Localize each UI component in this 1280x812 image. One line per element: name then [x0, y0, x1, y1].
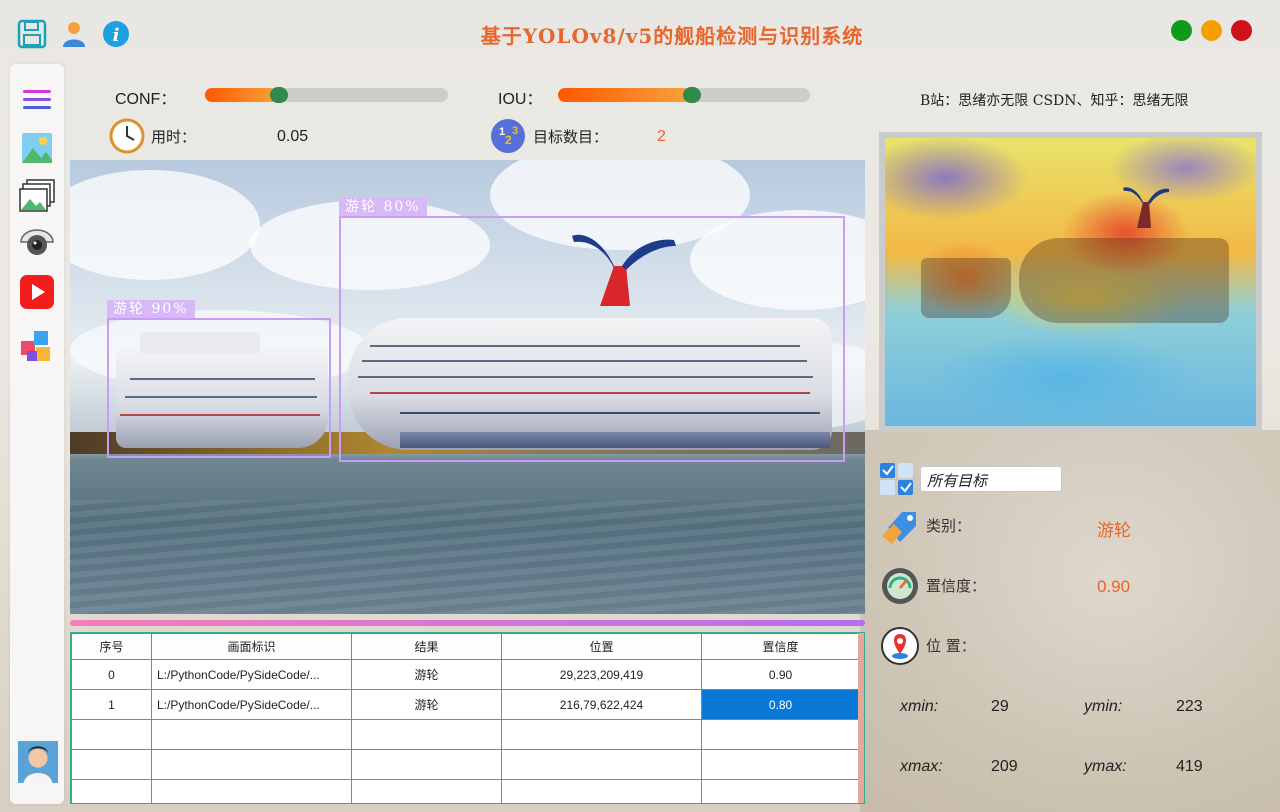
table-cell[interactable]: 游轮: [351, 659, 502, 690]
image-icon[interactable]: [17, 128, 57, 168]
iou-slider-handle[interactable]: [683, 87, 701, 103]
table-cell[interactable]: 0: [71, 659, 152, 690]
maximize-button[interactable]: [1201, 20, 1222, 41]
iou-slider-fill: [558, 88, 690, 102]
menu-icon[interactable]: [17, 80, 57, 120]
table-row[interactable]: 1 L:/PythonCode/PySideCode/... 游轮 216,79…: [71, 689, 860, 720]
video-icon[interactable]: [17, 272, 57, 312]
position-label: 位 置：: [926, 637, 976, 655]
xmax-label: xmax:: [900, 758, 943, 775]
column-header[interactable]: 序号: [71, 633, 152, 660]
location-pin-icon: [880, 626, 920, 670]
detection-progress-bar: [70, 620, 865, 626]
table-cell[interactable]: L:/PythonCode/PySideCode/...: [151, 659, 352, 690]
column-header[interactable]: 置信度: [701, 633, 860, 660]
table-row-empty[interactable]: [71, 779, 860, 803]
table-scrollbar[interactable]: [858, 633, 864, 803]
table-row[interactable]: 0 L:/PythonCode/PySideCode/... 游轮 29,223…: [71, 659, 860, 690]
class-label: 类别：: [926, 517, 972, 535]
close-button[interactable]: [1231, 20, 1252, 41]
minimize-button[interactable]: [1171, 20, 1192, 41]
model-icon[interactable]: [17, 326, 57, 366]
xmax-value: 209: [991, 758, 1018, 775]
heatmap-image[interactable]: [885, 138, 1256, 426]
ymax-label: ymax:: [1084, 758, 1127, 775]
table-cell[interactable]: 216,79,622,424: [501, 689, 702, 720]
gauge-icon: [880, 566, 920, 610]
heatmap-frame: [879, 132, 1262, 432]
bbox-1[interactable]: 游轮 90%: [107, 300, 331, 458]
count-value: 2: [657, 128, 666, 145]
table-cell[interactable]: 1: [71, 689, 152, 720]
xmin-label: xmin:: [900, 698, 939, 715]
count-label: 目标数目：: [533, 128, 609, 146]
ymin-value: 223: [1176, 698, 1203, 715]
camera-icon[interactable]: [17, 224, 57, 264]
table-header-row: 序号 画面标识 结果 位置 置信度: [71, 633, 860, 660]
count-icon: 123: [490, 118, 526, 158]
credits-text: B站：思绪亦无限 CSDN、知乎：思绪无限: [920, 93, 1189, 109]
ymin-label: ymin:: [1084, 698, 1123, 715]
column-header[interactable]: 画面标识: [151, 633, 352, 660]
table-cell-selected[interactable]: 0.80: [701, 689, 860, 720]
ymax-value: 419: [1176, 758, 1203, 775]
avatar[interactable]: [18, 741, 58, 783]
time-label: 用时：: [151, 128, 197, 146]
table-row-empty[interactable]: [71, 719, 860, 750]
image-folder-icon[interactable]: [17, 176, 57, 216]
app-title: 基于YOLOv8/v5的舰船检测与识别系统: [480, 24, 864, 48]
clock-icon: [109, 118, 145, 158]
bbox-label: 游轮 80%: [339, 198, 427, 216]
table-cell[interactable]: 0.90: [701, 659, 860, 690]
table-cell[interactable]: L:/PythonCode/PySideCode/...: [151, 689, 352, 720]
window-controls: [1171, 20, 1252, 41]
xmin-value: 29: [991, 698, 1009, 715]
table-cell[interactable]: 游轮: [351, 689, 502, 720]
conf-label: CONF：: [115, 91, 177, 108]
conf-slider-handle[interactable]: [270, 87, 288, 103]
checkbox-icon: [879, 462, 915, 500]
confidence-label: 置信度：: [926, 577, 987, 595]
iou-label: IOU：: [498, 91, 543, 108]
bbox-2[interactable]: 游轮 80%: [339, 198, 845, 462]
svg-text:2: 2: [505, 133, 512, 147]
iou-slider[interactable]: [558, 87, 810, 103]
conf-slider-fill: [205, 88, 277, 102]
detection-image[interactable]: 游轮 90% 游轮 80%: [70, 160, 865, 614]
bbox-label: 游轮 90%: [107, 300, 195, 318]
svg-text:3: 3: [512, 125, 518, 137]
target-filter-select[interactable]: 所有目标: [920, 466, 1062, 492]
confidence-value: 0.90: [1097, 577, 1131, 596]
results-table[interactable]: 序号 画面标识 结果 位置 置信度 0 L:/PythonCode/PySide…: [70, 632, 865, 804]
table-cell[interactable]: 29,223,209,419: [501, 659, 702, 690]
column-header[interactable]: 位置: [501, 633, 702, 660]
class-value: 游轮: [1097, 521, 1131, 540]
time-value: 0.05: [277, 128, 309, 145]
sidebar: [10, 64, 64, 804]
table-row-empty[interactable]: [71, 749, 860, 780]
conf-slider[interactable]: [205, 87, 448, 103]
tag-icon: [880, 506, 920, 550]
column-header[interactable]: 结果: [351, 633, 502, 660]
